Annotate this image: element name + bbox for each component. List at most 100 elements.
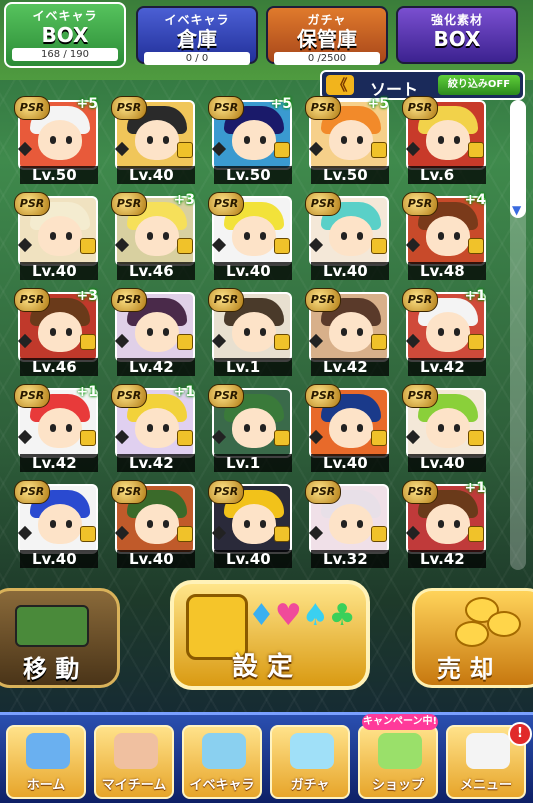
level-label: Lv.6 <box>408 166 486 184</box>
tab-gacha-vault[interactable]: ガチャ 保管庫 0 /2500 <box>266 6 388 65</box>
rarity-badge: PSR <box>402 192 438 216</box>
event-chara-icon <box>202 733 246 769</box>
lock-icon <box>468 142 484 158</box>
boxes-icon <box>15 605 89 647</box>
level-label: Lv.42 <box>408 358 486 376</box>
character-card[interactable]: PSR Lv.40 <box>111 480 195 568</box>
face-shape <box>426 408 470 448</box>
level-label: Lv.40 <box>311 262 389 280</box>
tab-title: 強化素材 <box>430 13 483 27</box>
tab-event-chara-box[interactable]: イベキャラ BOX 168 / 190 <box>4 2 126 68</box>
move-button[interactable]: 移 動 <box>0 588 120 688</box>
eye-shape <box>66 424 72 432</box>
level-label: Lv.46 <box>117 262 195 280</box>
character-card[interactable]: PSR Lv.1 <box>208 288 292 376</box>
face-shape <box>38 504 82 544</box>
face-shape <box>329 408 373 448</box>
eye-shape <box>341 520 347 528</box>
character-card[interactable]: PSR Lv.42 <box>111 288 195 376</box>
rarity-badge: PSR <box>208 384 244 408</box>
eye-shape <box>163 328 169 336</box>
lock-icon <box>274 142 290 158</box>
nav-shop[interactable]: ショップ <box>358 725 438 799</box>
lock-icon <box>80 238 96 254</box>
rarity-badge: PSR <box>111 288 147 312</box>
character-card[interactable]: PSR +5 Lv.50 <box>14 96 98 184</box>
character-card[interactable]: PSR +4 Lv.48 <box>402 192 486 280</box>
eye-shape <box>50 520 56 528</box>
settings-button[interactable]: ♦♥♠♣ 設 定 <box>170 580 370 690</box>
eye-shape <box>244 328 250 336</box>
sell-button[interactable]: 売 却 <box>412 588 533 688</box>
level-label: Lv.40 <box>311 454 389 472</box>
nav-label: ショップ <box>371 778 424 793</box>
nav-label: マイチーム <box>101 778 167 793</box>
character-card[interactable]: PSR +5 Lv.50 <box>208 96 292 184</box>
character-card[interactable]: PSR Lv.40 <box>111 96 195 184</box>
character-card[interactable]: PSR +1 Lv.42 <box>402 288 486 376</box>
character-card[interactable]: PSR Lv.40 <box>305 384 389 472</box>
eye-shape <box>147 328 153 336</box>
sell-label: 売 却 <box>437 655 494 683</box>
character-card[interactable]: PSR Lv.40 <box>305 192 389 280</box>
character-card[interactable]: PSR Lv.1 <box>208 384 292 472</box>
face-shape <box>426 120 470 160</box>
lock-icon <box>177 430 193 446</box>
coin-icon <box>487 611 521 637</box>
sort-toggle-arrow-icon[interactable]: 《 <box>326 75 354 95</box>
eye-shape <box>50 328 56 336</box>
eye-shape <box>438 328 444 336</box>
face-shape <box>232 120 276 160</box>
character-card[interactable]: PSR Lv.40 <box>14 192 98 280</box>
lock-icon <box>80 430 96 446</box>
nav-label: メニュー <box>459 778 512 793</box>
level-label: Lv.42 <box>20 454 98 472</box>
character-card[interactable]: PSR +1 Lv.42 <box>402 480 486 568</box>
eye-shape <box>341 424 347 432</box>
eye-shape <box>50 232 56 240</box>
rarity-badge: PSR <box>111 96 147 120</box>
bottom-nav: ホーム マイチーム イベキャラ ガチャ ショップ メニュー <box>0 712 533 803</box>
lock-icon <box>177 142 193 158</box>
lock-icon <box>371 430 387 446</box>
character-card[interactable]: PSR Lv.42 <box>305 288 389 376</box>
tab-title: ガチャ <box>307 13 347 27</box>
character-card[interactable]: PSR Lv.40 <box>14 480 98 568</box>
character-card[interactable]: PSR +1 Lv.42 <box>14 384 98 472</box>
tab-material-box[interactable]: 強化素材 BOX <box>396 6 518 64</box>
character-card[interactable]: PSR Lv.6 <box>402 96 486 184</box>
character-card[interactable]: PSR Lv.40 <box>402 384 486 472</box>
character-card[interactable]: PSR Lv.32 <box>305 480 389 568</box>
nav-home[interactable]: ホーム <box>6 725 86 799</box>
level-label: Lv.48 <box>408 262 486 280</box>
character-card[interactable]: PSR Lv.40 <box>208 480 292 568</box>
character-card[interactable]: PSR +1 Lv.42 <box>111 384 195 472</box>
rarity-badge: PSR <box>208 480 244 504</box>
tab-event-chara-storage[interactable]: イベキャラ 倉庫 0 / 0 <box>136 6 258 65</box>
face-shape <box>232 216 276 256</box>
nav-event-chara[interactable]: イベキャラ <box>182 725 262 799</box>
character-card[interactable]: PSR +3 Lv.46 <box>14 288 98 376</box>
eye-shape <box>357 424 363 432</box>
nav-gacha[interactable]: ガチャ <box>270 725 350 799</box>
level-label: Lv.1 <box>214 454 292 472</box>
face-shape <box>38 216 82 256</box>
rarity-badge: PSR <box>402 96 438 120</box>
lock-icon <box>468 526 484 542</box>
character-card[interactable]: PSR Lv.40 <box>208 192 292 280</box>
eye-shape <box>341 328 347 336</box>
lock-icon <box>274 238 290 254</box>
eye-shape <box>147 136 153 144</box>
scrollbar-thumb[interactable] <box>510 100 526 218</box>
eye-shape <box>454 232 460 240</box>
nav-my-team[interactable]: マイチーム <box>94 725 174 799</box>
limit-break-count: +5 <box>367 96 389 112</box>
character-card[interactable]: PSR +3 Lv.46 <box>111 192 195 280</box>
level-label: Lv.40 <box>117 166 195 184</box>
scroll-down-icon[interactable]: ▼ <box>512 203 521 217</box>
filter-toggle-button[interactable]: 絞り込みOFF <box>438 75 520 95</box>
rarity-badge: PSR <box>14 288 50 312</box>
eye-shape <box>163 520 169 528</box>
lock-icon <box>177 526 193 542</box>
character-card[interactable]: PSR +5 Lv.50 <box>305 96 389 184</box>
